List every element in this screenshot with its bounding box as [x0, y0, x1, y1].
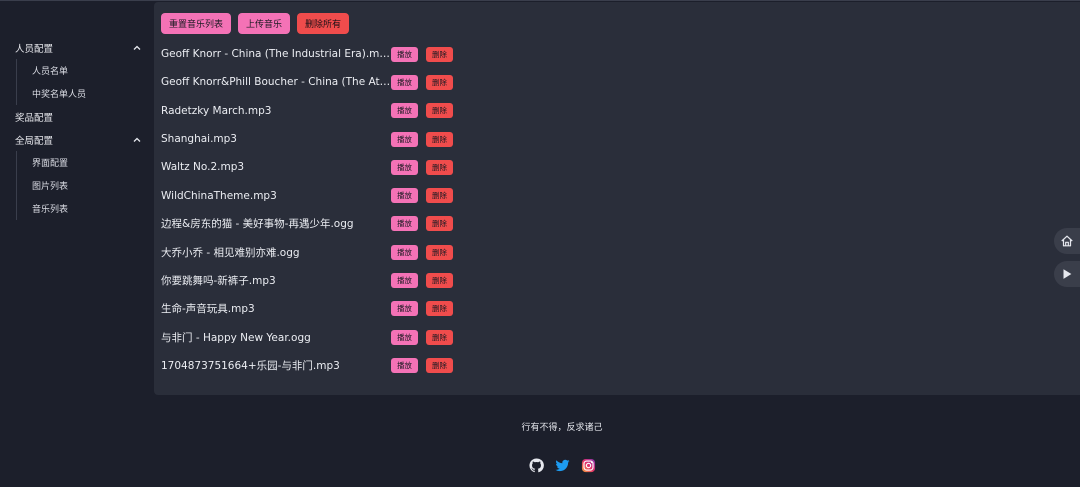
- song-name: 1704873751664+乐园-与非门.mp3: [161, 359, 340, 372]
- top-divider: [0, 0, 1080, 1]
- song-row: 生命-声音玩具.mp3 播放 删除: [161, 295, 453, 323]
- song-row: Geoff Knorr - China (The Industrial Era)…: [161, 40, 453, 68]
- chevron-up-icon: [132, 135, 142, 145]
- song-name: 生命-声音玩具.mp3: [161, 303, 255, 316]
- song-name: 大乔小乔 - 相见难别亦难.ogg: [161, 246, 300, 259]
- instagram-icon[interactable]: [581, 458, 596, 473]
- song-actions: 播放 删除: [391, 103, 453, 119]
- play-song-button[interactable]: 播放: [391, 244, 418, 260]
- sidebar-group-personnel[interactable]: 人员配置: [0, 36, 152, 59]
- sidebar-item-prizes[interactable]: 奖品配置: [0, 105, 152, 128]
- sidebar-group-label: 人员配置: [15, 43, 54, 55]
- delete-song-button[interactable]: 删除: [426, 301, 453, 317]
- sidebar-item-music-list[interactable]: 音乐列表: [17, 197, 152, 220]
- song-name: Shanghai.mp3: [161, 133, 237, 146]
- delete-song-button[interactable]: 删除: [426, 273, 453, 289]
- play-icon: [1060, 267, 1074, 281]
- song-actions: 播放 删除: [391, 216, 453, 232]
- song-actions: 播放 删除: [391, 188, 453, 204]
- song-actions: 播放 删除: [391, 273, 453, 289]
- song-actions: 播放 删除: [391, 357, 453, 373]
- song-actions: 播放 删除: [391, 301, 453, 317]
- song-row: Waltz No.2.mp3 播放 删除: [161, 153, 453, 181]
- delete-song-button[interactable]: 删除: [426, 74, 453, 90]
- delete-song-button[interactable]: 删除: [426, 188, 453, 204]
- sidebar-subitems-global: 界面配置 图片列表 音乐列表: [16, 151, 152, 220]
- play-song-button[interactable]: 播放: [391, 74, 418, 90]
- delete-song-button[interactable]: 删除: [426, 131, 453, 147]
- song-name: 边程&房东的猫 - 美好事物-再遇少年.ogg: [161, 218, 354, 231]
- song-actions: 播放 删除: [391, 329, 453, 345]
- github-icon[interactable]: [529, 458, 544, 473]
- upload-music-button[interactable]: 上传音乐: [238, 13, 291, 34]
- sidebar-group-label: 全局配置: [15, 135, 54, 147]
- delete-song-button[interactable]: 删除: [426, 357, 453, 373]
- play-song-button[interactable]: 播放: [391, 131, 418, 147]
- play-music-button[interactable]: [1054, 261, 1080, 287]
- footer-motto: 行有不得，反求诸己: [521, 423, 603, 433]
- play-song-button[interactable]: 播放: [391, 159, 418, 175]
- delete-song-button[interactable]: 删除: [426, 216, 453, 232]
- song-row: Shanghai.mp3 播放 删除: [161, 125, 453, 153]
- home-icon: [1060, 234, 1074, 248]
- sidebar-subitems-personnel: 人员名单 中奖名单人员: [16, 59, 152, 105]
- song-name: 你要跳舞吗-新裤子.mp3: [161, 275, 276, 288]
- play-song-button[interactable]: 播放: [391, 216, 418, 232]
- song-actions: 播放 删除: [391, 131, 453, 147]
- song-name: Waltz No.2.mp3: [161, 161, 245, 174]
- delete-song-button[interactable]: 删除: [426, 159, 453, 175]
- song-name: WildChinaTheme.mp3: [161, 189, 277, 202]
- sidebar-item-image-list[interactable]: 图片列表: [17, 174, 152, 197]
- song-list: Geoff Knorr - China (The Industrial Era)…: [161, 40, 453, 380]
- play-song-button[interactable]: 播放: [391, 46, 418, 62]
- song-actions: 播放 删除: [391, 244, 453, 260]
- sidebar-group-global[interactable]: 全局配置: [0, 128, 152, 151]
- song-row: Geoff Knorr&Phill Boucher - China (The A…: [161, 68, 453, 96]
- play-song-button[interactable]: 播放: [391, 301, 418, 317]
- play-song-button[interactable]: 播放: [391, 103, 418, 119]
- sidebar-item-winners-list[interactable]: 中奖名单人员: [17, 82, 152, 105]
- song-name: Geoff Knorr - China (The Industrial Era)…: [161, 48, 391, 61]
- song-row: 与非门 - Happy New Year.ogg 播放 删除: [161, 323, 453, 351]
- song-row: 1704873751664+乐园-与非门.mp3 播放 删除: [161, 351, 453, 379]
- delete-all-button[interactable]: 删除所有: [297, 13, 350, 34]
- reset-music-list-button[interactable]: 重置音乐列表: [161, 13, 232, 34]
- chevron-up-icon: [132, 43, 142, 53]
- music-list-panel: 重置音乐列表 上传音乐 删除所有 Geoff Knorr - China (Th…: [154, 2, 1080, 395]
- song-actions: 播放 删除: [391, 159, 453, 175]
- delete-song-button[interactable]: 删除: [426, 46, 453, 62]
- play-song-button[interactable]: 播放: [391, 329, 418, 345]
- play-song-button[interactable]: 播放: [391, 357, 418, 373]
- song-row: 边程&房东的猫 - 美好事物-再遇少年.ogg 播放 删除: [161, 210, 453, 238]
- song-name: Radetzky March.mp3: [161, 104, 272, 117]
- home-button[interactable]: [1054, 228, 1080, 254]
- toolbar: 重置音乐列表 上传音乐 删除所有: [161, 13, 350, 34]
- delete-song-button[interactable]: 删除: [426, 244, 453, 260]
- sidebar-item-ui-config[interactable]: 界面配置: [17, 151, 152, 174]
- delete-song-button[interactable]: 删除: [426, 103, 453, 119]
- song-name: Geoff Knorr&Phill Boucher - China (The A…: [161, 76, 391, 89]
- play-song-button[interactable]: 播放: [391, 273, 418, 289]
- song-name: 与非门 - Happy New Year.ogg: [161, 331, 311, 344]
- song-row: 大乔小乔 - 相见难别亦难.ogg 播放 删除: [161, 238, 453, 266]
- song-actions: 播放 删除: [391, 74, 453, 90]
- song-row: WildChinaTheme.mp3 播放 删除: [161, 181, 453, 209]
- delete-song-button[interactable]: 删除: [426, 329, 453, 345]
- sidebar-item-personnel-list[interactable]: 人员名单: [17, 59, 152, 82]
- play-song-button[interactable]: 播放: [391, 188, 418, 204]
- social-links: [529, 458, 596, 473]
- twitter-icon[interactable]: [555, 458, 570, 473]
- song-row: Radetzky March.mp3 播放 删除: [161, 97, 453, 125]
- song-row: 你要跳舞吗-新裤子.mp3 播放 删除: [161, 266, 453, 294]
- sidebar: 人员配置 人员名单 中奖名单人员 奖品配置 全局配置 界面配置 图片列表 音乐列…: [0, 36, 152, 220]
- song-actions: 播放 删除: [391, 46, 453, 62]
